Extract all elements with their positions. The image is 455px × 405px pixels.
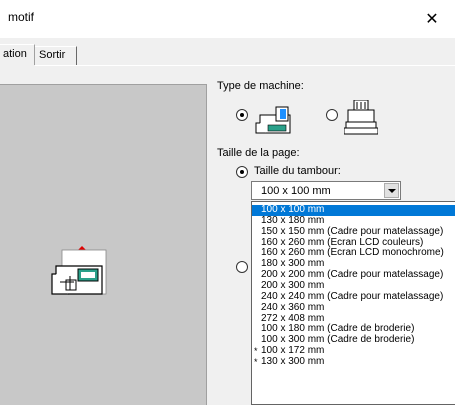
machine-type-radio-1[interactable] [236,109,248,121]
hoop-size-combobox[interactable]: 100 x 100 mm [251,181,401,200]
machine-type-radio-2[interactable] [326,109,338,121]
close-button[interactable]: ✕ [409,0,455,38]
dialog-client-area: ation Sortir Type de machine: Taille de … [0,38,455,405]
title-bar: motif ✕ [0,0,455,38]
window-title: motif [8,10,35,24]
hoop-size-radio[interactable] [236,166,248,178]
custom-size-radio[interactable] [236,261,248,273]
tab-label: ation [3,48,27,60]
multi-needle-machine-icon [344,100,378,135]
close-icon: ✕ [425,11,439,28]
machine-type-label: Type de machine: [217,80,304,92]
tab-sortir[interactable]: Sortir [35,46,77,65]
tab-label: Sortir [39,49,66,61]
dropdown-option[interactable]: * 130 x 300 mm [252,356,455,368]
hoop-size-dropdown-list[interactable]: 100 x 100 mm 130 x 180 mm 150 x 150 mm (… [251,201,455,405]
hoop-size-label: Taille du tambour: [254,165,341,177]
tab-creation[interactable]: ation [0,44,35,65]
chevron-down-icon[interactable] [384,183,399,198]
combobox-value: 100 x 100 mm [261,185,331,197]
page-size-label: Taille de la page: [217,147,300,159]
tab-divider [35,65,455,66]
embroidery-machine-preview-icon [51,246,107,295]
design-preview-panel [0,84,207,405]
sewing-embroidery-machine-icon [255,106,291,134]
